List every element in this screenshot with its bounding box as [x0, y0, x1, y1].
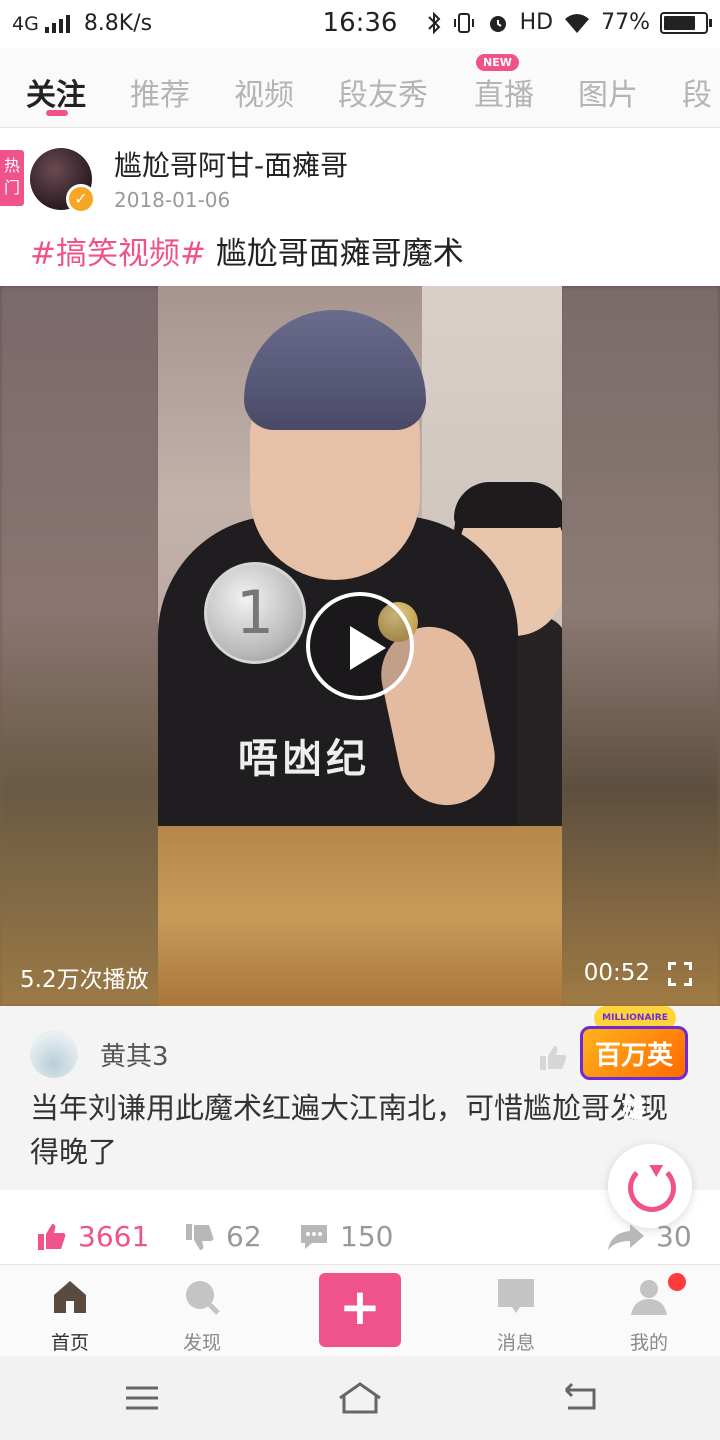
wifi-icon: [565, 13, 590, 33]
notification-dot: [668, 1273, 686, 1291]
active-tab-indicator: [46, 110, 68, 116]
hashtag-link[interactable]: #搞笑视频#: [30, 236, 206, 272]
tab-video[interactable]: 视频: [234, 70, 294, 114]
nav-discover[interactable]: 发现: [147, 1265, 257, 1357]
menu-icon[interactable]: [122, 1380, 162, 1416]
tab-recommend[interactable]: 推荐: [130, 70, 190, 114]
plus-icon[interactable]: +: [319, 1273, 401, 1347]
thumb-up-icon: [38, 1223, 66, 1250]
new-badge: NEW: [476, 54, 519, 71]
large-coin: 1: [204, 562, 306, 664]
vibrate-icon: [453, 12, 474, 33]
verified-badge-icon: ✓: [66, 184, 96, 214]
shirt-print: 唔凼纪: [238, 736, 370, 782]
play-icon[interactable]: [306, 592, 414, 700]
status-bar: 4G 8.8K/s 16:36 HD 77%: [0, 0, 720, 48]
hot-tag: 热门: [0, 150, 24, 206]
nav-home-label: 首页: [50, 1332, 89, 1354]
comment-button[interactable]: 150: [298, 1220, 393, 1253]
share-count: 30: [656, 1220, 692, 1253]
tab-live[interactable]: 直播: [474, 70, 534, 114]
fullscreen-icon[interactable]: [668, 962, 692, 986]
video-player[interactable]: 唔凼纪 1 5.2万次播放 00:52: [0, 286, 720, 1006]
category-tabs: 关注 推荐 视频 段友秀 NEW 直播 图片 段: [0, 48, 720, 128]
hair: [244, 310, 426, 430]
nav-profile-label: 我的: [629, 1332, 668, 1354]
wooden-table: [158, 826, 562, 1006]
millionaire-hero-promo[interactable]: MILLIONAIRE HERO 百万英雄: [574, 1000, 692, 1125]
like-count: 3661: [78, 1220, 150, 1253]
commenter-name[interactable]: 黄其3: [100, 1036, 169, 1073]
tab-more[interactable]: 段: [682, 70, 712, 114]
profile-icon: [631, 1280, 667, 1315]
dislike-count: 62: [226, 1220, 262, 1253]
comment-text: 当年刘谦用此魔术红遍大江南北，可惜尴尬哥发现得晚了: [30, 1091, 669, 1169]
bottom-navigation: 首页 发现 + 消息 我的: [0, 1264, 720, 1356]
post-title[interactable]: #搞笑视频# 尴尬哥面瘫哥魔术: [30, 228, 464, 273]
hd-indicator: HD: [519, 10, 554, 35]
nav-home[interactable]: 首页: [15, 1265, 125, 1357]
discover-icon: [186, 1281, 220, 1315]
message-icon: [498, 1279, 534, 1313]
home-sys-icon[interactable]: [336, 1380, 384, 1416]
nav-discover-label: 发现: [182, 1332, 221, 1354]
tab-duanyouxiu[interactable]: 段友秀: [338, 70, 428, 114]
share-icon: [608, 1223, 644, 1250]
tab-images[interactable]: 图片: [578, 70, 638, 114]
alarm-icon: [489, 15, 506, 32]
nav-profile[interactable]: 我的: [594, 1265, 704, 1357]
like-button[interactable]: 3661: [36, 1220, 149, 1253]
video-duration: 00:52: [583, 960, 650, 986]
post-actions: 3661 62 150 30: [0, 1206, 720, 1264]
thumb-down-icon: [186, 1223, 214, 1250]
post-date: 2018-01-06: [114, 188, 231, 212]
home-icon: [54, 1281, 86, 1313]
author-name[interactable]: 尴尬哥阿甘-面瘫哥: [114, 144, 348, 184]
tab-following[interactable]: 关注: [26, 70, 86, 114]
dislike-button[interactable]: 62: [184, 1220, 262, 1253]
play-count: 5.2万次播放: [20, 967, 149, 993]
share-button[interactable]: 30: [606, 1220, 692, 1253]
nav-messages[interactable]: 消息: [461, 1265, 571, 1357]
post-title-text: 尴尬哥面瘫哥魔术: [215, 236, 464, 272]
promo-label: 百万英雄: [580, 1026, 688, 1125]
back-icon[interactable]: [560, 1380, 600, 1416]
comment-count: 150: [340, 1220, 394, 1253]
background-person-fringe: [454, 482, 562, 528]
battery-icon: [660, 11, 712, 34]
comment-icon: [301, 1224, 327, 1249]
commenter-avatar[interactable]: [30, 1030, 78, 1078]
video-blur-right: [560, 286, 720, 1006]
comment-like-icon[interactable]: [536, 1042, 568, 1074]
system-navigation: [0, 1356, 720, 1440]
nav-messages-label: 消息: [496, 1332, 535, 1354]
bluetooth-icon: [427, 11, 441, 34]
video-blur-left: [0, 286, 160, 1006]
battery-percent: 77%: [601, 10, 650, 35]
